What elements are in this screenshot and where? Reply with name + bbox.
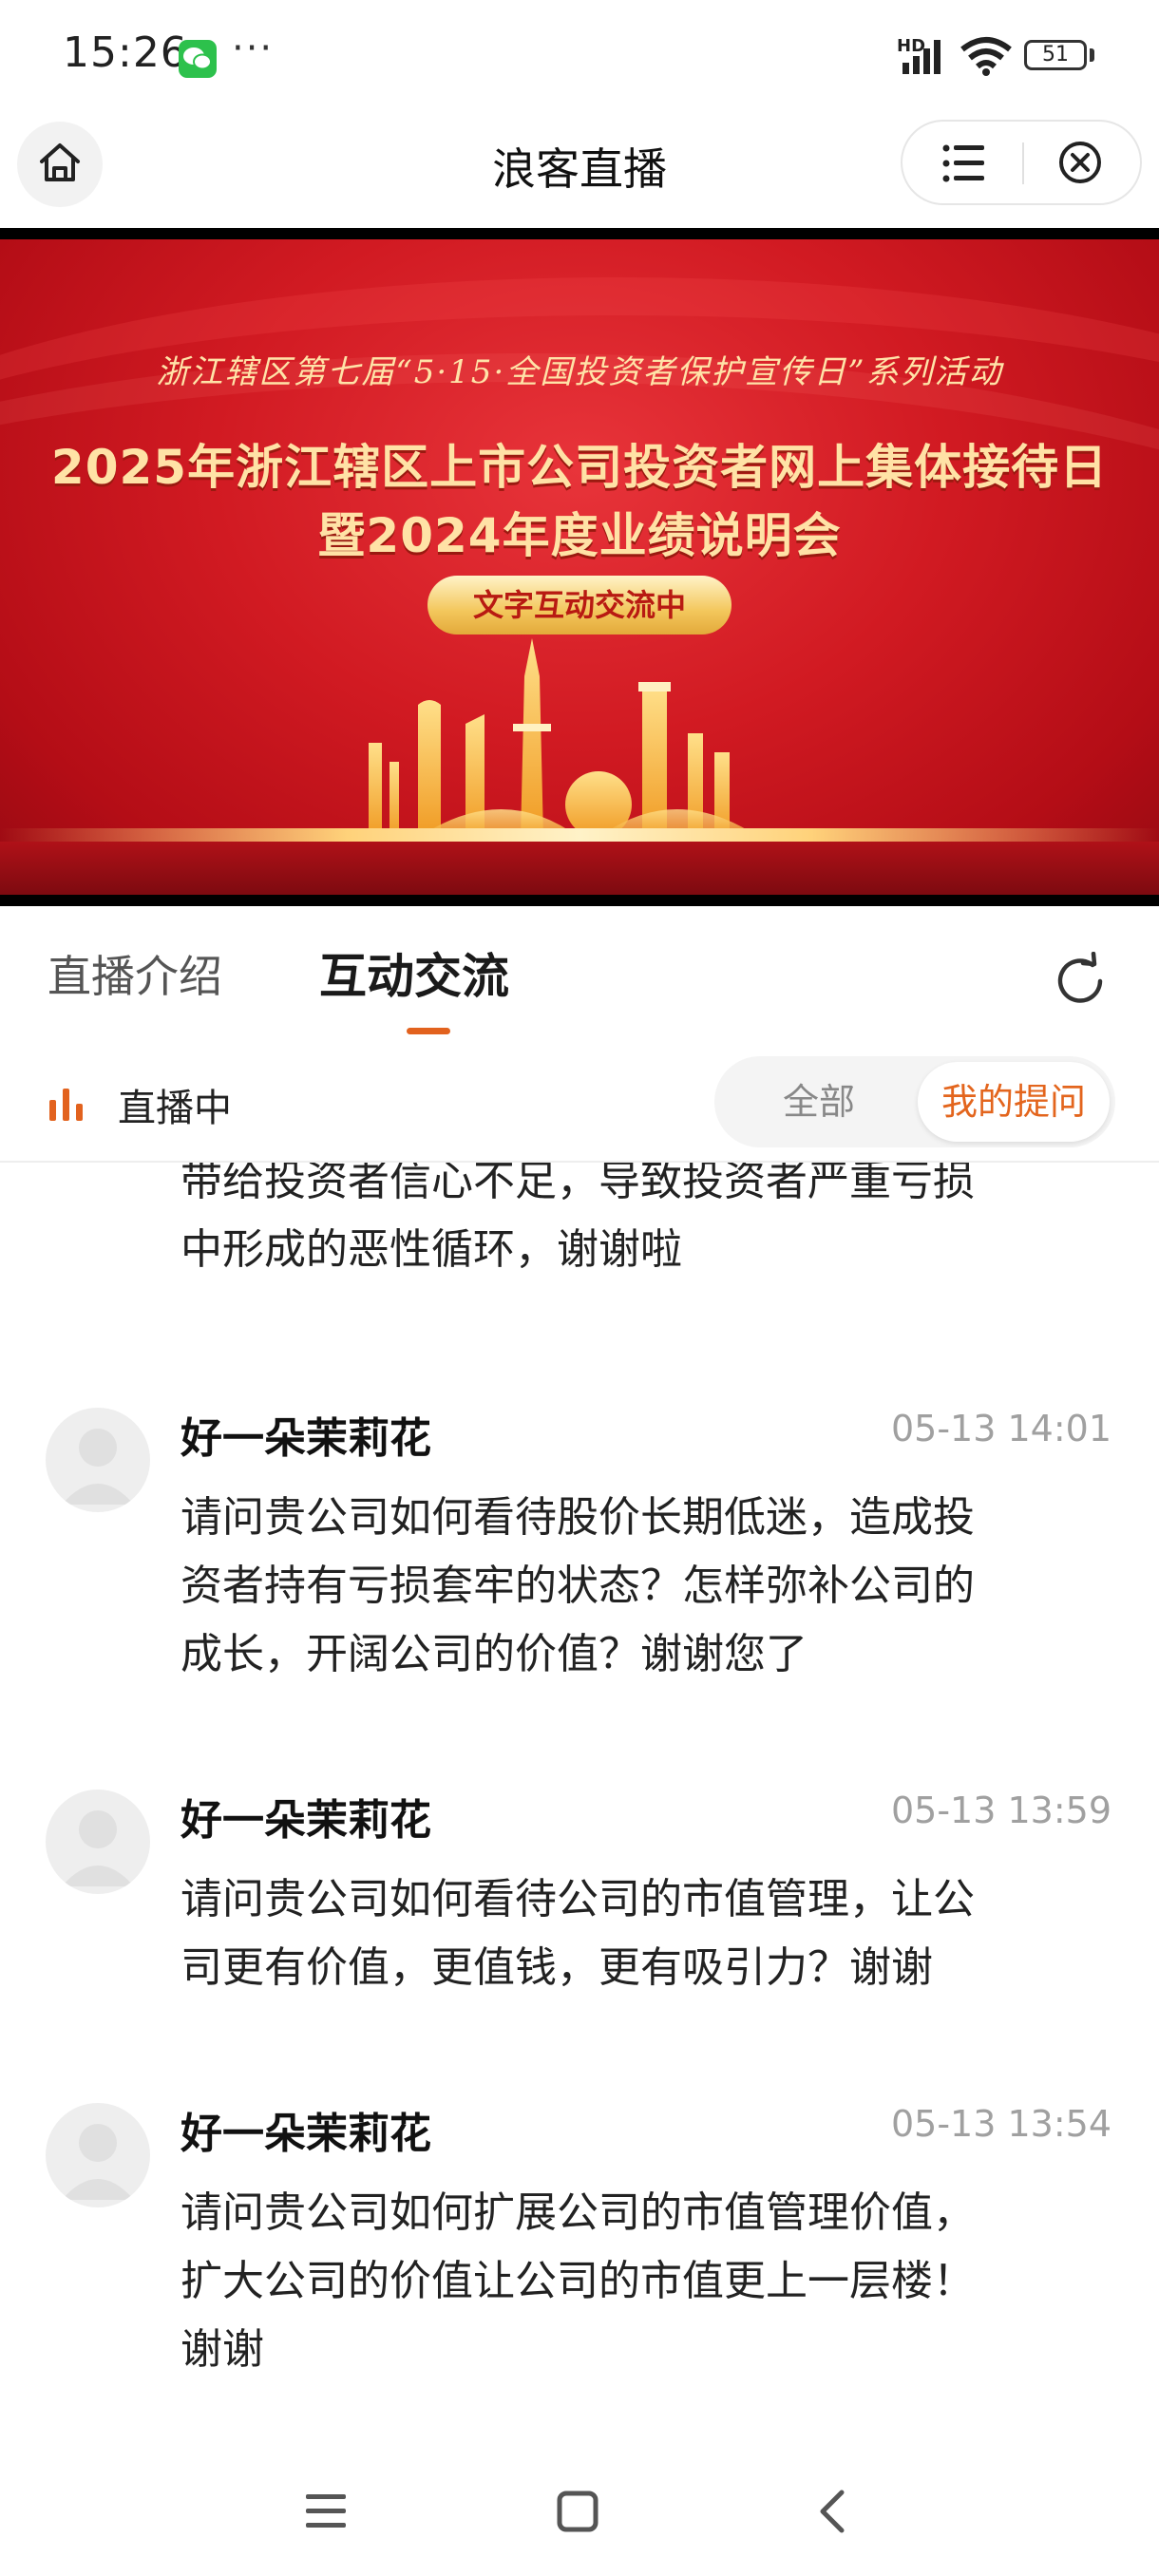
wechat-notification-icon [179, 40, 217, 78]
question-text-partial: 带给投资者信心不足，导致投资者严重亏损 中形成的恶性循环，谢谢啦 [180, 1163, 1074, 1284]
battery-icon: 51 [1024, 40, 1087, 70]
question-time: 05-13 13:54 [890, 2103, 1112, 2145]
user-name: 好一朵茉莉花 [180, 2110, 431, 2158]
question-line: 司更有价值，更值钱，更有吸引力？谢谢 [180, 1943, 933, 1992]
tab-live-intro[interactable]: 直播介绍 [48, 942, 222, 1005]
question-time: 05-13 14:01 [890, 1408, 1112, 1449]
event-banner: 浙江辖区第七届“5·15·全国投资者保护宣传日”系列活动 2025年浙江辖区上市… [0, 228, 1159, 906]
question-time: 05-13 13:59 [890, 1790, 1112, 1831]
banner-title-line2: 暨2024年度业绩说明会 [317, 508, 842, 563]
banner-image: 浙江辖区第七届“5·15·全国投资者保护宣传日”系列活动 2025年浙江辖区上市… [0, 239, 1159, 895]
question-line: 资者持有亏损套牢的状态？怎样弥补公司的 [180, 1562, 975, 1610]
system-navigation-bar [0, 2435, 1159, 2576]
nav-home-icon[interactable] [555, 2489, 600, 2534]
refresh-icon[interactable] [1051, 952, 1110, 1011]
active-tab-indicator [407, 1028, 450, 1034]
status-time: 15:26 [63, 28, 188, 77]
question-line: 带给投资者信心不足，导致投资者严重亏损 [180, 1163, 975, 1205]
banner-glow [0, 828, 1159, 842]
user-name: 好一朵茉莉花 [180, 1414, 431, 1463]
live-bars-icon [49, 1089, 83, 1121]
avatar-icon [62, 1810, 134, 1886]
question-line: 谢谢 [180, 2325, 264, 2374]
nav-back-icon[interactable] [813, 2489, 851, 2534]
miniprogram-capsule [901, 120, 1142, 205]
question-filter-toggle: 全部 我的提问 [714, 1056, 1115, 1147]
question-line: 请问贵公司如何扩展公司的市值管理价值， [180, 2188, 975, 2237]
question-text: 请问贵公司如何看待股价长期低迷，造成投 资者持有亏损套牢的状态？怎样弥补公司的 … [180, 1484, 1074, 1689]
signal-icon [902, 40, 940, 74]
question-text: 请问贵公司如何扩展公司的市值管理价值， 扩大公司的价值让公司的市值更上一层楼！ … [180, 2179, 1074, 2384]
question-line: 请问贵公司如何看待股价长期低迷，造成投 [180, 1493, 975, 1542]
question-list[interactable]: 带给投资者信心不足，导致投资者严重亏损 中形成的恶性循环，谢谢啦 好一朵茉莉花 … [0, 1163, 1159, 2435]
banner-title-line1: 2025年浙江辖区上市公司投资者网上集体接待日 [50, 440, 1109, 495]
battery-level: 51 [1042, 43, 1069, 66]
filter-my-questions-option[interactable]: 我的提问 [918, 1062, 1110, 1142]
filter-row: 直播中 全部 我的提问 [0, 1045, 1159, 1163]
tab-interaction[interactable]: 互动交流 [319, 938, 509, 1007]
filter-all-option[interactable]: 全部 [714, 1056, 923, 1147]
banner-status-pill: 文字互动交流中 [428, 576, 732, 635]
question-line: 请问贵公司如何看待公司的市值管理，让公 [180, 1875, 975, 1923]
question-text: 请问贵公司如何看待公司的市值管理，让公 司更有价值，更值钱，更有吸引力？谢谢 [180, 1866, 1074, 2002]
more-notifications-icon: ··· [232, 27, 275, 70]
question-line: 中形成的恶性循环，谢谢啦 [180, 1225, 682, 1274]
banner-subtitle: 浙江辖区第七届“5·15·全国投资者保护宣传日”系列活动 [156, 353, 1003, 391]
avatar [46, 1408, 150, 1512]
app-navbar: 浪客直播 [0, 112, 1159, 228]
menu-icon[interactable] [942, 142, 986, 184]
question-line: 成长，开阔公司的价值？谢谢您了 [180, 1630, 808, 1678]
banner-floor [0, 842, 1159, 895]
capsule-divider [1022, 142, 1024, 184]
live-status-label: 直播中 [118, 1087, 232, 1130]
tab-bar: 直播介绍 互动交流 [0, 906, 1159, 1047]
avatar-icon [62, 1429, 134, 1505]
question-line: 扩大公司的价值让公司的市值更上一层楼！ [180, 2257, 975, 2305]
battery-tip [1090, 48, 1094, 62]
close-circle-icon[interactable] [1056, 139, 1104, 186]
avatar [46, 2103, 150, 2207]
avatar-icon [62, 2124, 134, 2200]
user-name: 好一朵茉莉花 [180, 1796, 431, 1845]
wifi-icon [960, 37, 1012, 76]
status-bar: 15:26 ··· HD 51 [0, 0, 1159, 112]
city-skyline-illustration [369, 638, 760, 838]
nav-menu-icon[interactable] [302, 2492, 350, 2530]
avatar [46, 1790, 150, 1894]
